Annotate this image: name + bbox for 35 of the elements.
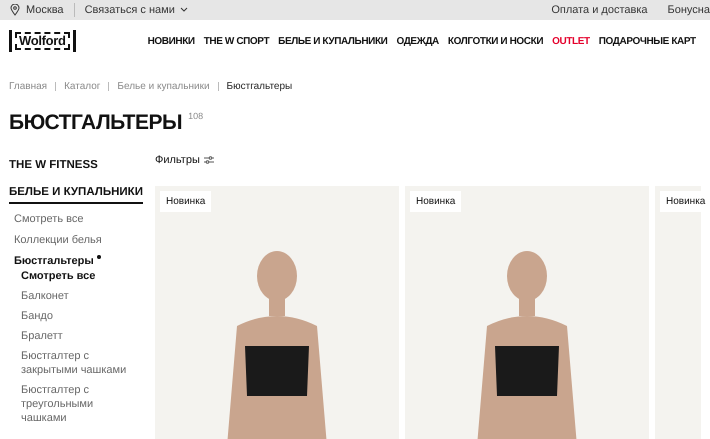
subcategory-link[interactable]: Бюстгалтер с треугольными чашками (21, 383, 141, 425)
nav-link[interactable]: НОВИНКИ (148, 34, 195, 48)
new-badge: Новинка (410, 190, 462, 212)
breadcrumb-link[interactable]: Каталог (64, 79, 100, 94)
product-card[interactable]: Новинка (405, 186, 649, 439)
nav-link[interactable]: ПОДАРОЧНЫЕ КАРТ (598, 34, 696, 48)
nav-link[interactable]: ОДЕЖДА (396, 34, 439, 48)
subcategory-link[interactable]: Бюстгалтер с закрытыми чашками (21, 349, 141, 377)
new-badge: Новинка (160, 190, 212, 212)
page-title: БЮСТГАЛЬТЕРЫ (9, 110, 182, 136)
contact-link[interactable]: Связаться с нами (84, 2, 175, 18)
nav-link[interactable]: БЕЛЬЕ И КУПАЛЬНИКИ (278, 34, 388, 48)
nav-link[interactable]: КОЛГОТКИ И НОСКИ (448, 34, 544, 48)
top-link[interactable]: Оплата и доставка (551, 2, 648, 18)
chevron-down-icon (180, 7, 188, 13)
subcategory-link[interactable]: Смотреть все (14, 213, 84, 225)
subcategory-link[interactable]: Бралетт (21, 329, 141, 343)
item-count: 108 (188, 110, 204, 123)
filters-button[interactable]: Фильтры (155, 152, 200, 168)
subcategory-link[interactable]: Бандо (21, 309, 141, 323)
subcategory-link[interactable]: Балконет (21, 289, 141, 303)
nav-link[interactable]: OUTLET (552, 34, 590, 48)
category-link[interactable]: THE W FITNESS (9, 158, 98, 177)
subcategory-link[interactable]: Смотреть все (21, 269, 141, 283)
product-card[interactable]: Новинка (155, 186, 399, 439)
sliders-icon (204, 156, 214, 164)
top-link[interactable]: Бонусна (668, 2, 710, 18)
subcategory-link[interactable]: Коллекции белья (14, 234, 102, 246)
location-pin-icon (10, 4, 20, 16)
breadcrumb-link[interactable]: Главная (9, 79, 48, 94)
nav-link[interactable]: THE W СПОРТ (204, 34, 270, 48)
city-link[interactable]: Москва (26, 2, 64, 18)
subcategory-link[interactable]: Бюстгальтеры (14, 255, 94, 267)
category-link[interactable]: БЕЛЬЕ И КУПАЛЬНИКИ (9, 185, 143, 204)
breadcrumb-link[interactable]: Белье и купальники (117, 79, 210, 94)
